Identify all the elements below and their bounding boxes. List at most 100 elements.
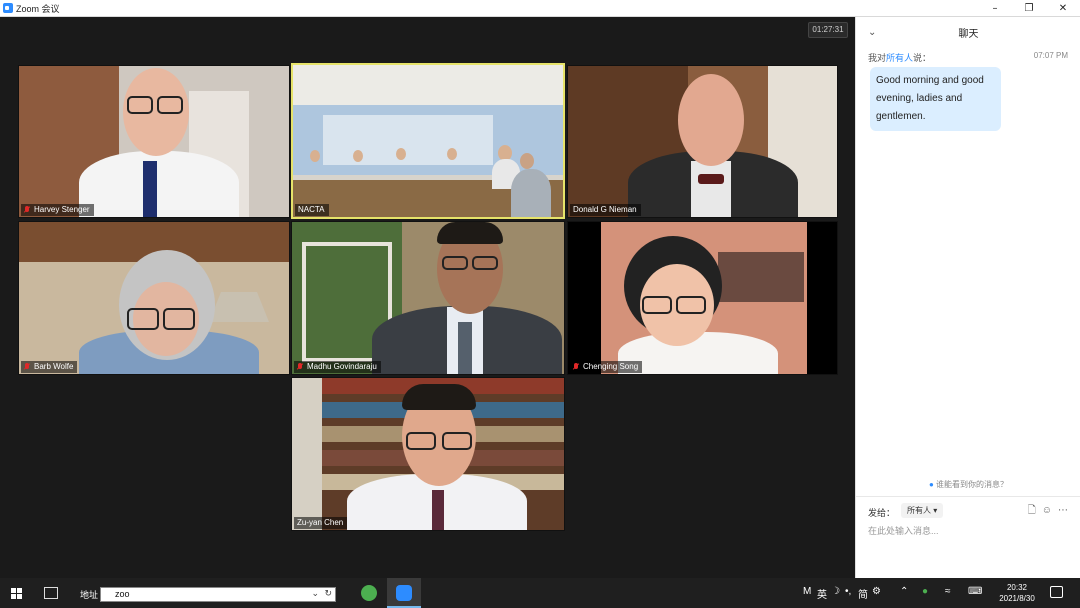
video-tile-nacta[interactable]: NACTA — [291, 63, 565, 219]
video-tile-donald-g-nieman[interactable]: Donald G Nieman — [567, 65, 838, 218]
chat-panel: ⌄ 聊天 我对所有人说： 07:07 PM Good morning and g… — [855, 17, 1080, 578]
taskbar-clock[interactable]: 20:32 2021/8/30 — [996, 582, 1038, 604]
video-tile-madhu-govindaraju[interactable]: Madhu Govindaraju — [291, 221, 565, 375]
who-can-see-link[interactable]: ● 谁能看到你的消息？ — [856, 479, 1080, 490]
shirt — [691, 161, 731, 217]
glasses — [127, 96, 153, 114]
participant-name-tag: Madhu Govindaraju — [294, 361, 381, 373]
sender-suffix: 说： — [913, 53, 932, 63]
chat-input[interactable]: 在此处输入消息... — [868, 524, 939, 537]
chat-message-bubble: Good morning and good evening, ladies an… — [870, 67, 1001, 131]
window-title: Zoom 会议 — [16, 4, 60, 14]
participant-name-tag: Chenging Song — [570, 361, 643, 373]
participant-name-tag: NACTA — [295, 204, 329, 216]
chat-title: 聊天 — [958, 29, 979, 40]
meeting-gallery: 01:27:31 Harvey Stenger NACTA Donald G N… — [0, 17, 855, 578]
chevron-down-icon[interactable]: ⌄ — [311, 588, 319, 599]
person-head — [310, 150, 320, 162]
glasses — [642, 296, 672, 314]
taskbar: 地址 zoo ⌄ ↻ M 英 ☽ •, 简 ⚙ ⌃ ● ≈ ⌨ 20:32 20… — [0, 578, 1080, 608]
notification-icon[interactable] — [1050, 586, 1063, 598]
mic-muted-icon — [24, 206, 30, 214]
divider — [856, 496, 1080, 497]
sender-prefix: 我对 — [868, 53, 887, 63]
title-bar: Zoom 会议 – ❐ ✕ — [0, 0, 1080, 17]
mic-muted-icon — [24, 363, 30, 371]
glasses — [442, 256, 468, 270]
minimize-icon[interactable]: – — [978, 0, 1012, 17]
ceiling — [293, 65, 563, 105]
browser-icon — [361, 585, 377, 601]
glasses — [676, 296, 706, 314]
lamp-shade — [209, 292, 269, 322]
person-head — [678, 74, 744, 166]
emoji-icon[interactable]: ☺ — [1042, 505, 1052, 516]
person-hair — [437, 222, 503, 244]
person-head — [396, 148, 406, 160]
zoom-icon — [396, 585, 412, 601]
tie — [143, 161, 157, 217]
video-tile-chenging-song[interactable]: Chenging Song — [567, 221, 838, 375]
windows-start-icon[interactable] — [11, 588, 23, 600]
clock-time: 20:32 — [1006, 583, 1028, 592]
refresh-icon[interactable]: ↻ — [324, 588, 332, 599]
glasses — [163, 308, 195, 330]
curtains — [323, 115, 493, 165]
mic-muted-icon — [573, 363, 579, 371]
video-tile-zu-yan-chen[interactable]: Zu-yan Chen — [291, 377, 565, 531]
more-icon[interactable]: ⋯ — [1058, 505, 1068, 516]
chevron-down-icon: ▾ — [933, 506, 938, 515]
person-body — [511, 169, 551, 217]
clock-date: 2021/8/30 — [999, 594, 1035, 603]
recipient-select[interactable]: 所有人 ▾ — [901, 503, 944, 518]
person-hair — [402, 384, 476, 410]
person-head — [353, 150, 363, 162]
task-view-icon[interactable] — [44, 587, 58, 599]
address-label: 地址 — [80, 590, 99, 600]
bow-tie — [698, 174, 724, 184]
taskbar-app-browser[interactable] — [352, 578, 386, 608]
meeting-timer: 01:27:31 — [808, 22, 848, 38]
tie — [432, 490, 444, 530]
keyboard-icon[interactable]: ⌨ — [968, 586, 982, 597]
glasses — [127, 308, 159, 330]
video-tile-barb-wolfe[interactable]: Barb Wolfe — [18, 221, 290, 375]
person-body — [79, 151, 239, 217]
screen: Zoom 会议 – ❐ ✕ 01:27:31 Harvey Stenger NA… — [0, 0, 1080, 608]
address-input[interactable]: zoo ⌄ ↻ — [100, 587, 336, 602]
wifi-icon[interactable]: ≈ — [945, 586, 951, 597]
participant-name-tag: Zu-yan Chen — [294, 517, 348, 529]
ime-lang[interactable]: 英 — [817, 586, 827, 601]
glasses — [157, 96, 183, 114]
wall-background — [292, 378, 322, 530]
restore-icon[interactable]: ❐ — [1012, 0, 1046, 17]
glasses — [442, 432, 472, 450]
gear-icon[interactable]: ⚙ — [872, 586, 881, 597]
chat-sender-line: 我对所有人说： — [868, 51, 931, 64]
zoom-app-icon — [3, 3, 13, 13]
moon-icon[interactable]: ☽ — [831, 586, 840, 597]
close-icon[interactable]: ✕ — [1046, 0, 1080, 17]
punctuation-icon[interactable]: •, — [845, 586, 851, 597]
chat-tools: 🗋 ☺ ⋯ — [1022, 503, 1068, 520]
glasses — [406, 432, 436, 450]
person-head — [447, 148, 457, 160]
glasses — [472, 256, 498, 270]
tie — [458, 322, 472, 374]
piano — [718, 252, 804, 302]
shield-icon[interactable]: ● — [922, 586, 928, 597]
chat-timestamp: 07:07 PM — [1033, 51, 1068, 60]
chevron-up-icon[interactable]: ⌃ — [900, 586, 908, 597]
address-value: zoo — [115, 589, 130, 599]
file-icon[interactable]: 🗋 — [1028, 505, 1036, 516]
sender-target[interactable]: 所有人 — [886, 53, 913, 63]
video-tile-harvey-stenger[interactable]: Harvey Stenger — [18, 65, 290, 218]
mic-muted-icon — [297, 363, 303, 371]
ime-script[interactable]: 简 — [858, 586, 868, 601]
taskbar-app-zoom[interactable] — [387, 578, 421, 608]
participant-name-tag: Donald G Nieman — [570, 204, 641, 216]
send-to-label: 发给： — [868, 508, 896, 518]
ime-mode[interactable]: M — [803, 586, 811, 597]
participant-name-tag: Barb Wolfe — [21, 361, 78, 373]
participant-name-tag: Harvey Stenger — [21, 204, 94, 216]
